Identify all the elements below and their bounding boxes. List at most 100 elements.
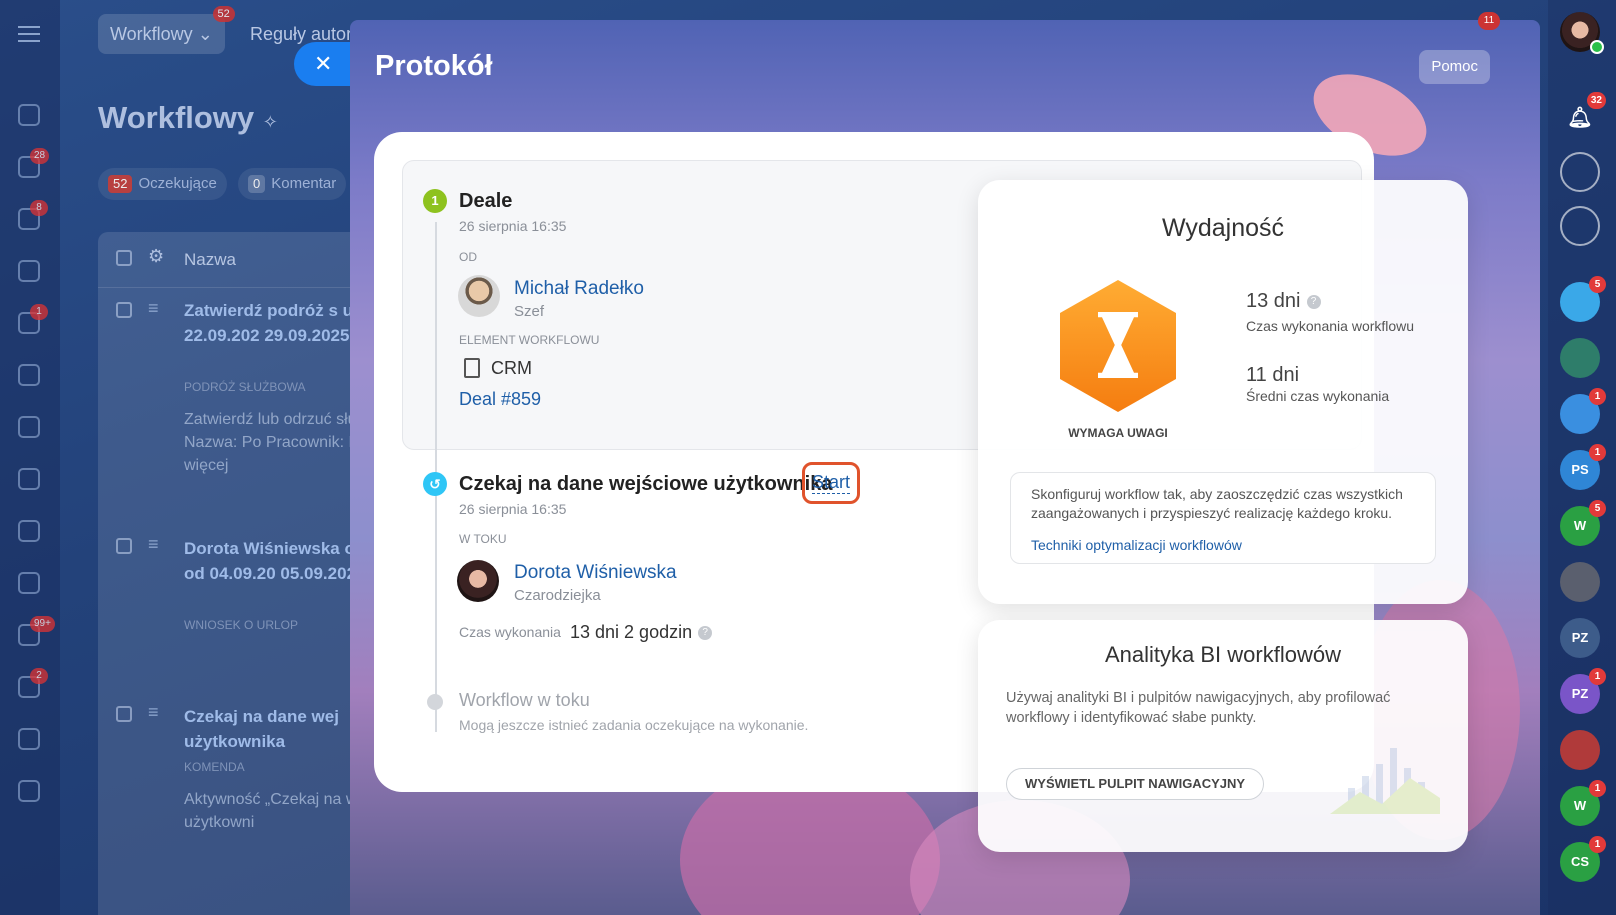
tip-text: Skonfiguruj workflow tak, aby zaoszczędz…	[1031, 486, 1403, 521]
rail-contact-initials: PZ	[1571, 686, 1589, 701]
rail-contact-item[interactable]	[1560, 730, 1600, 770]
optimization-tip: Skonfiguruj workflow tak, aby zaoszczędz…	[1010, 472, 1436, 564]
bi-analytics-card: Analityka BI workflowów Używaj analityki…	[978, 620, 1468, 852]
select-all-checkbox[interactable]	[116, 250, 132, 266]
chart-illustration-icon	[1330, 748, 1440, 814]
right-rail: 11 🔔︎ 32 5 1 PS 1 W 5 PZ PZ 1 W 1 CS 1	[1478, 0, 1616, 915]
page-title: Workflowy ✧	[98, 100, 278, 135]
drag-handle-icon[interactable]: ≡	[148, 534, 159, 555]
rail-contact-badge: 1	[1589, 668, 1606, 685]
step-title: Workflow w toku	[459, 690, 590, 710]
store-icon[interactable]	[18, 780, 40, 802]
avatar[interactable]	[457, 560, 499, 602]
row-checkbox[interactable]	[116, 538, 132, 554]
person-name-link[interactable]: Dorota Wiśniewska	[514, 562, 677, 584]
filter-komentarze[interactable]: 0 Komentar	[238, 168, 347, 200]
online-status-icon	[1590, 40, 1604, 54]
rail-contact-item[interactable]: W1	[1560, 780, 1606, 826]
element-label: ELEMENT WORKFLOWU	[459, 333, 600, 347]
filter-count: 0	[248, 175, 266, 193]
rail-contact-item[interactable]: 5	[1560, 276, 1606, 322]
bi-title: Analityka BI workflowów	[1105, 642, 1341, 667]
filter-oczekujace[interactable]: 52 Oczekujące	[98, 168, 227, 200]
step-date: 26 sierpnia 16:35	[459, 501, 567, 517]
metric-execution-value: 13 dni?	[1246, 290, 1321, 313]
metric-average-value: 11 dni	[1246, 364, 1300, 386]
protocol-slider: Protokół Pomoc 1 Deale 26 sierpnia 16:35…	[350, 20, 1540, 915]
filters-badge: 2	[30, 668, 48, 684]
metric-average-label: Średni czas wykonania	[1246, 388, 1390, 404]
row-checkbox[interactable]	[116, 302, 132, 318]
rail-contact-initials: CS	[1570, 854, 1590, 869]
rail-contact-badge: 1	[1589, 836, 1606, 853]
duration-label: Czas wykonania	[459, 624, 561, 640]
copilot-icon[interactable]	[1560, 152, 1600, 192]
tab-workflowy-badge: 52	[212, 6, 235, 22]
start-button[interactable]: Start	[802, 462, 860, 504]
rail-contact-item[interactable]: PZ	[1560, 618, 1600, 658]
rail-contact-item[interactable]: W5	[1560, 500, 1606, 546]
tab-workflowy[interactable]: Workflowy ⌄ 52	[98, 6, 235, 54]
rail-contact-item[interactable]: CS 1	[1560, 836, 1606, 882]
rail-contact-item[interactable]: 1	[1560, 388, 1606, 434]
deal-link[interactable]: Deal #859	[459, 389, 541, 410]
duration-value: 13 dni 2 godzin?	[570, 622, 713, 643]
step-number-badge: 1	[423, 189, 447, 213]
person-role: Szef	[514, 303, 545, 320]
drag-handle-icon[interactable]: ≡	[148, 702, 159, 723]
rail-contact-badge: 5	[1589, 276, 1606, 293]
notifications-bell-icon[interactable]: 🔔︎ 32	[1560, 92, 1606, 138]
filter-count: 52	[108, 175, 133, 193]
avatar[interactable]	[458, 275, 500, 317]
rail-contact-item[interactable]: PZ 1	[1560, 668, 1606, 714]
status-label: W TOKU	[459, 532, 507, 546]
help-button[interactable]: Pomoc	[1419, 50, 1490, 84]
step-date: 26 sierpnia 16:35	[459, 218, 567, 234]
messenger-badge: 11	[1478, 12, 1500, 30]
row-subtitle: PODRÓŻ SŁUŻBOWA	[184, 380, 306, 394]
help-icon[interactable]: ?	[1306, 294, 1321, 309]
rail-contact-badge: 5	[1589, 500, 1606, 517]
rail-contact-item[interactable]	[1560, 338, 1600, 378]
from-label: OD	[459, 250, 477, 264]
row-checkbox[interactable]	[116, 706, 132, 722]
step-title: Deale	[459, 190, 513, 212]
tasks-badge: 8	[30, 200, 48, 216]
schedule-icon[interactable]	[18, 728, 40, 750]
rail-contact-item[interactable]: PS 1	[1560, 444, 1606, 490]
rail-contact-item[interactable]	[1560, 562, 1600, 602]
feed-icon[interactable]	[18, 104, 40, 126]
row-subtitle: KOMENDA	[184, 760, 245, 774]
element-type: CRM	[491, 358, 532, 378]
step-desc: Mogą jeszcze istnieć zadania oczekujące …	[459, 717, 809, 733]
performance-card: Wydajność WYMAGA UWAGI 13 dni? Czas wyko…	[978, 180, 1468, 604]
boards-icon[interactable]	[18, 416, 40, 438]
help-icon[interactable]: ?	[698, 626, 713, 641]
drive-icon[interactable]	[18, 468, 40, 490]
pin-icon[interactable]: ✧	[263, 112, 278, 132]
user-avatar[interactable]	[1560, 12, 1604, 54]
filter-label: Oczekujące	[138, 175, 217, 192]
pending-dot-icon	[427, 694, 443, 710]
person-role: Czarodziejka	[514, 587, 601, 604]
gear-icon[interactable]: ⚙	[148, 246, 164, 267]
slider-title: Protokół	[375, 50, 493, 82]
person-name-link[interactable]: Michał Radełko	[514, 278, 644, 300]
crm-icon[interactable]	[18, 260, 40, 282]
rail-contact-initials: PS	[1571, 462, 1589, 477]
optimization-link[interactable]: Techniki optymalizacji workflowów	[1031, 537, 1242, 553]
sync-icon[interactable]	[1560, 206, 1600, 246]
performance-status: WYMAGA UWAGI	[1068, 426, 1168, 440]
tab-workflowy-label: Workflowy	[110, 24, 193, 44]
documents-icon[interactable]	[18, 364, 40, 386]
show-dashboard-button[interactable]: WYŚWIETL PULPIT NAWIGACYJNY	[1006, 768, 1265, 800]
left-navigation: 28 8 1 99+ 2	[0, 0, 60, 915]
hourglass-icon	[1060, 280, 1176, 412]
mail-icon[interactable]	[18, 520, 40, 542]
rail-contact-initials: PZ	[1571, 630, 1589, 645]
bi-description: Używaj analityki BI i pulpitów nawigacyj…	[1006, 690, 1391, 726]
metric-execution-label: Czas wykonania workflowu	[1246, 318, 1415, 334]
contacts-icon[interactable]	[18, 572, 40, 594]
drag-handle-icon[interactable]: ≡	[148, 298, 159, 319]
menu-icon[interactable]	[18, 26, 40, 42]
